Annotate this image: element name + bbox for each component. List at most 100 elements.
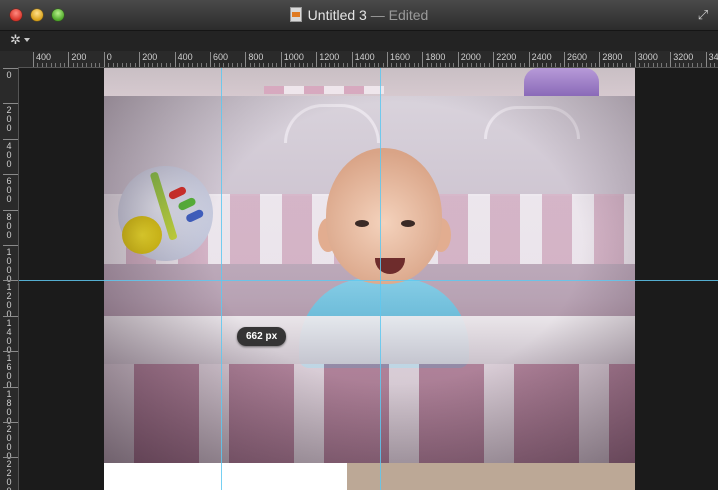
horizontal-ruler-label: 2200 — [493, 52, 517, 67]
ruler-minor-tick — [502, 63, 504, 67]
ruler-minor-tick — [608, 63, 610, 67]
ruler-minor-tick — [214, 63, 216, 67]
ruler-minor-tick — [37, 63, 39, 67]
ruler-minor-tick — [568, 63, 570, 67]
ruler-minor-tick — [90, 63, 92, 67]
ruler-minor-tick — [453, 63, 455, 67]
fullscreen-arrows-icon[interactable]: ⤢ — [696, 8, 710, 22]
ruler-minor-tick — [696, 63, 698, 67]
ruler-minor-tick — [400, 63, 402, 67]
vertical-ruler-label: 600 — [3, 174, 18, 205]
ruler-minor-tick — [572, 63, 574, 67]
ruler-minor-tick — [479, 63, 481, 67]
horizontal-ruler-label: 600 — [209, 52, 229, 67]
ruler-minor-tick — [311, 63, 313, 67]
ruler-corner[interactable] — [0, 51, 19, 68]
ruler-minor-tick — [320, 63, 322, 67]
ruler-minor-tick — [687, 63, 689, 67]
horizontal-guide[interactable] — [19, 280, 718, 281]
window-title: Untitled 3 — [307, 7, 367, 23]
gear-icon[interactable]: ✲ — [10, 32, 21, 48]
ruler-minor-tick — [364, 63, 366, 67]
vertical-ruler-label: 1200 — [3, 280, 18, 320]
horizontal-ruler-label: 400 — [174, 52, 193, 67]
ruler-minor-tick — [134, 63, 136, 67]
guide-distance-tooltip: 662 px — [237, 327, 287, 346]
ruler-minor-tick — [240, 63, 242, 67]
ruler-minor-tick — [223, 63, 225, 67]
top-strip-pattern — [264, 86, 384, 94]
vertical-ruler-label: 1400 — [3, 315, 18, 355]
ruler-minor-tick — [196, 63, 198, 67]
horizontal-ruler-label: 2800 — [599, 52, 623, 67]
ruler-minor-tick — [302, 63, 304, 67]
ruler-minor-tick — [471, 63, 473, 67]
ruler-minor-tick — [338, 63, 340, 67]
ruler-minor-tick — [625, 63, 627, 67]
horizontal-ruler-label: 1800 — [422, 52, 446, 67]
ruler-minor-tick — [72, 63, 74, 67]
ruler-minor-tick — [617, 63, 619, 67]
image-canvas[interactable]: 662 px — [19, 68, 718, 490]
ruler-minor-tick — [488, 63, 490, 67]
ruler-minor-tick — [218, 63, 220, 67]
vertical-guide[interactable] — [380, 68, 381, 490]
horizontal-ruler-label: 1400 — [351, 52, 375, 67]
ruler-minor-tick — [524, 63, 526, 67]
ruler-minor-tick — [590, 63, 592, 67]
ruler-minor-tick — [426, 63, 428, 67]
ruler-minor-tick — [665, 63, 667, 67]
ruler-minor-tick — [201, 63, 203, 67]
ruler-minor-tick — [170, 63, 172, 67]
vertical-ruler-label: 2000 — [3, 422, 18, 461]
ruler-minor-tick — [417, 63, 419, 67]
ruler-minor-tick — [161, 63, 163, 67]
horizontal-ruler-label: 1200 — [316, 52, 340, 67]
ruler-minor-tick — [108, 63, 110, 67]
ruler-minor-tick — [63, 63, 65, 67]
horizontal-ruler-label: 2000 — [457, 52, 481, 67]
ruler-minor-tick — [603, 63, 605, 67]
image-document-icon[interactable] — [289, 7, 302, 22]
vertical-guide[interactable] — [221, 68, 222, 490]
ruler-minor-tick — [342, 63, 344, 67]
ruler-minor-tick — [373, 63, 375, 67]
ruler-minor-tick — [612, 63, 614, 67]
ruler-minor-tick — [329, 63, 331, 67]
ruler-minor-tick — [648, 63, 650, 67]
ruler-minor-tick — [378, 63, 380, 67]
ruler-minor-tick — [577, 63, 579, 67]
edited-indicator[interactable]: — Edited — [371, 7, 429, 23]
ruler-minor-tick — [581, 63, 583, 67]
ruler-minor-tick — [448, 63, 450, 67]
ruler-minor-tick — [117, 63, 119, 67]
ruler-minor-tick — [652, 63, 654, 67]
ruler-minor-tick — [333, 63, 335, 67]
ruler-minor-tick — [510, 63, 512, 67]
ruler-minor-tick — [50, 63, 52, 67]
ruler-minor-tick — [515, 63, 517, 67]
ruler-minor-tick — [249, 63, 251, 67]
horizontal-ruler[interactable]: 400 200 0 200 400 600 800 1000 1200 1400 1600 1800 2… — [18, 51, 718, 68]
ruler-minor-tick — [148, 63, 150, 67]
horizontal-ruler-label: 1000 — [280, 52, 304, 67]
ruler-minor-tick — [462, 63, 464, 67]
ruler-minor-tick — [41, 63, 43, 67]
vertical-ruler[interactable]: 0 200 400 600 800 1000 1200 1400 1600 1800 2000 220… — [0, 67, 19, 490]
ruler-minor-tick — [232, 63, 234, 67]
ruler-minor-tick — [404, 63, 406, 67]
ruler-minor-tick — [714, 63, 716, 67]
ruler-minor-tick — [555, 63, 557, 67]
horizontal-ruler-label: 1600 — [386, 52, 411, 67]
ruler-minor-tick — [710, 63, 712, 67]
ruler-minor-tick — [205, 63, 207, 67]
ruler-minor-tick — [183, 63, 185, 67]
vertical-ruler-label: 800 — [3, 209, 18, 240]
ruler-minor-tick — [466, 63, 468, 67]
horizontal-ruler-label: 2600 — [563, 52, 588, 67]
ruler-minor-tick — [360, 63, 362, 67]
horizontal-ruler-label: 0 — [103, 52, 112, 67]
ruler-minor-tick — [94, 63, 96, 67]
gear-menu-caret-icon[interactable] — [24, 38, 30, 42]
vertical-ruler-label: 1000 — [3, 245, 18, 284]
